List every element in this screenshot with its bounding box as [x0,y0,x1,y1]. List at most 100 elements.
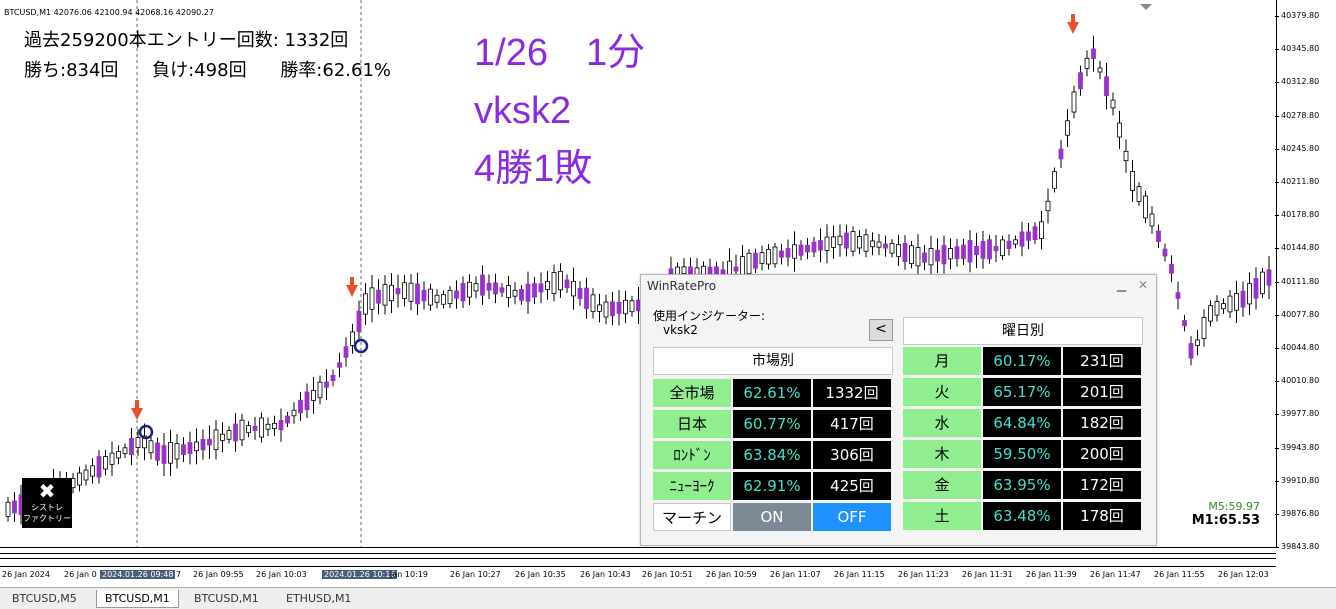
time-axis: 26 Jan 2024 26 Jan 0 2024.01.26 09:48 7 26 J… [0,567,1336,585]
candle [155,437,160,466]
chart-tab[interactable]: BTCUSD,M1 [186,590,267,608]
chart-tabs: BTCUSD,M5 BTCUSD,M1 BTCUSD,M1 ETHUSD,M1 [0,587,1336,609]
candle [1091,35,1096,72]
market-name[interactable]: ﾆｭｰﾖｰｸ [653,472,731,500]
candle [220,422,225,453]
price-chart[interactable]: BTCUSD,M1 42076.06 42100.94 42068.16 420… [0,0,1276,548]
candle [1097,60,1103,80]
chart-tab[interactable]: ETHUSD,M1 [278,590,359,608]
candle [805,238,810,260]
time-tick: 26 Jan 11:23 [898,570,949,579]
candle [1221,298,1226,315]
candle [122,443,128,458]
weekday-name[interactable]: 木 [903,440,981,468]
candle [1195,329,1200,356]
price-tick: 40211.80 [1274,177,1320,186]
candle [1117,110,1122,150]
candle [304,383,310,419]
timer-m1: M1:65.53 [1191,513,1260,528]
martin-on-button[interactable]: ON [733,503,811,531]
price-tick: 39910.80 [1274,475,1320,485]
market-count: 1332回 [813,379,891,407]
candle [512,282,518,305]
weekday-header[interactable]: 曜日別 [903,317,1143,345]
weekday-count: 178回 [1063,502,1141,530]
candle [928,235,934,278]
candle [454,280,459,309]
candle [1214,295,1220,322]
candle [525,271,531,314]
martin-off-button[interactable]: OFF [813,503,891,531]
crosshair-time-label: 2024.01.26 10:16 [322,570,398,579]
candle [142,423,147,461]
note-indicator: vksk2 [474,90,572,132]
candle [337,352,342,378]
candle [506,275,511,308]
weekday-name[interactable]: 火 [903,378,981,406]
chart-tab[interactable]: BTCUSD,M1 [96,590,179,608]
scroll-marker-icon [1140,4,1152,10]
candle [844,224,849,257]
price-tick: 40278.80 [1274,110,1320,120]
candle [1006,234,1012,256]
market-name[interactable]: ﾛﾝﾄﾞﾝ [653,441,731,469]
candle [1065,109,1070,147]
weekday-name[interactable]: 金 [903,471,981,499]
candle [343,337,349,367]
candle [1143,190,1148,224]
losses-count: 負け:498回 [152,60,247,81]
candle [116,445,121,465]
candle [428,283,433,311]
market-count: 425回 [813,472,891,500]
down-arrow-icon [131,400,143,420]
candle [870,232,875,256]
entry-stats: 過去259200本エントリー回数: 1332回 勝ち:834回 負け:498回 … [24,26,419,86]
candle [493,273,498,304]
weekday-name[interactable]: 土 [903,502,981,530]
price-tick: 40111.80 [1274,276,1320,286]
candle [252,416,258,440]
candle [239,413,245,447]
candle [1084,50,1090,77]
candle [1201,309,1207,347]
market-name[interactable]: 日本 [653,410,731,438]
candle [876,234,882,256]
price-tick: 40379.80 [1274,11,1320,20]
weekday-name[interactable]: 水 [903,409,981,437]
candle [181,437,186,463]
note-date: 1/26 1分 [474,32,646,74]
market-header[interactable]: 市場別 [653,347,893,375]
chart-tab[interactable]: BTCUSD,M5 [4,590,85,608]
candle [77,466,82,492]
market-name[interactable]: 全市場 [653,379,731,407]
close-icon[interactable]: ✕ [1138,278,1148,292]
candle [1052,167,1057,193]
candle [207,425,212,459]
candle [480,265,485,305]
candle [285,412,290,427]
candle [1253,267,1259,310]
time-tick: 26 Jan 10:35 [515,570,566,579]
candle [974,232,979,269]
price-tick: 40245.80 [1274,143,1320,153]
time-tick: 26 Jan 09:55 [193,570,244,579]
candle [1078,65,1083,96]
candle [824,224,830,264]
price-tick: 40144.80 [1274,243,1320,253]
candle [954,238,960,267]
candle [1149,206,1155,234]
minimize-icon[interactable]: ▁ [1117,278,1126,292]
candle [5,497,11,522]
weekday-count: 172回 [1063,471,1141,499]
candle [259,412,264,443]
candle [1156,224,1161,248]
market-count: 306回 [813,441,891,469]
candle [376,279,381,315]
candle [1019,221,1025,257]
candle [1130,160,1135,202]
candle [168,429,173,476]
time-tick: 26 Jan 11:31 [962,570,1013,579]
candle [1208,300,1213,327]
back-button[interactable]: < [869,319,893,341]
weekday-name[interactable]: 月 [903,347,981,375]
